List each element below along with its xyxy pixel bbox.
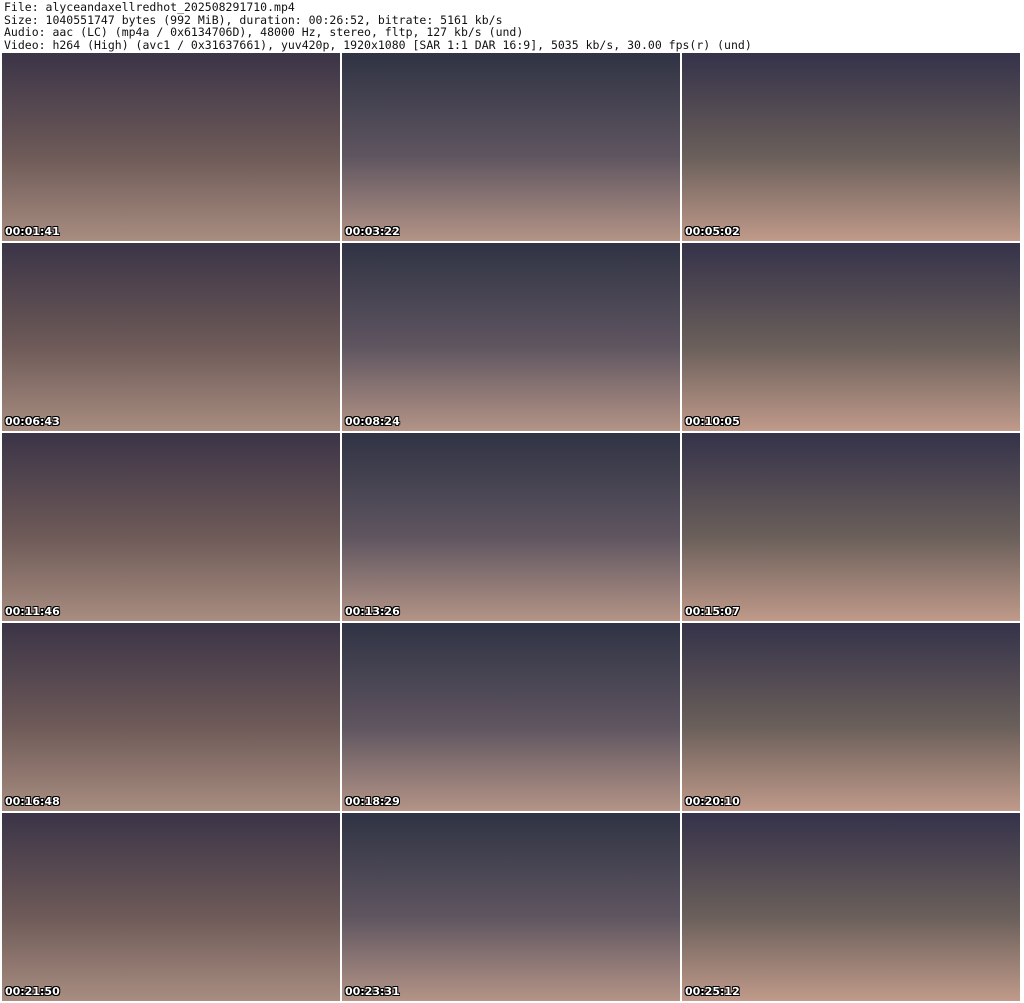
frame-timestamp: 00:05:02 [685,225,740,238]
video-frame-thumbnail: 00:21:50 [2,813,340,1001]
video-frame-thumbnail: 00:16:48 [2,623,340,811]
frame-timestamp: 00:23:31 [345,985,400,998]
frame-timestamp: 00:15:07 [685,605,740,618]
frame-timestamp: 00:16:48 [5,795,60,808]
video-frame-thumbnail: 00:20:10 [682,623,1020,811]
frame-timestamp: 00:10:05 [685,415,740,428]
frame-timestamp: 00:25:12 [685,985,740,998]
thumbnail-grid: 00:01:41 00:03:22 00:05:02 00:06:43 00:08:24… [2,53,1020,1001]
frame-timestamp: 00:01:41 [5,225,60,238]
file-name: File: alyceandaxellredhot_202508291710.m… [4,0,295,14]
video-frame-thumbnail: 00:13:26 [342,433,680,621]
frame-timestamp: 00:21:50 [5,985,60,998]
frame-timestamp: 00:20:10 [685,795,740,808]
video-frame-thumbnail: 00:01:41 [2,53,340,241]
frame-timestamp: 00:06:43 [5,415,60,428]
video-frame-thumbnail: 00:10:05 [682,243,1020,431]
frame-timestamp: 00:08:24 [345,415,400,428]
video-frame-thumbnail: 00:11:46 [2,433,340,621]
audio-info: Audio: aac (LC) (mp4a / 0x6134706D), 480… [4,25,524,40]
video-frame-thumbnail: 00:23:31 [342,813,680,1001]
frame-timestamp: 00:03:22 [345,225,400,238]
video-frame-thumbnail: 00:06:43 [2,243,340,431]
file-info-header: File: alyceandaxellredhot_202508291710.m… [4,1,752,51]
video-frame-thumbnail: 00:08:24 [342,243,680,431]
frame-timestamp: 00:11:46 [5,605,60,618]
video-frame-thumbnail: 00:15:07 [682,433,1020,621]
frame-timestamp: 00:13:26 [345,605,400,618]
video-frame-thumbnail: 00:03:22 [342,53,680,241]
video-frame-thumbnail: 00:05:02 [682,53,1020,241]
video-frame-thumbnail: 00:18:29 [342,623,680,811]
frame-timestamp: 00:18:29 [345,795,400,808]
video-frame-thumbnail: 00:25:12 [682,813,1020,1001]
video-info: Video: h264 (High) (avc1 / 0x31637661), … [4,37,752,52]
